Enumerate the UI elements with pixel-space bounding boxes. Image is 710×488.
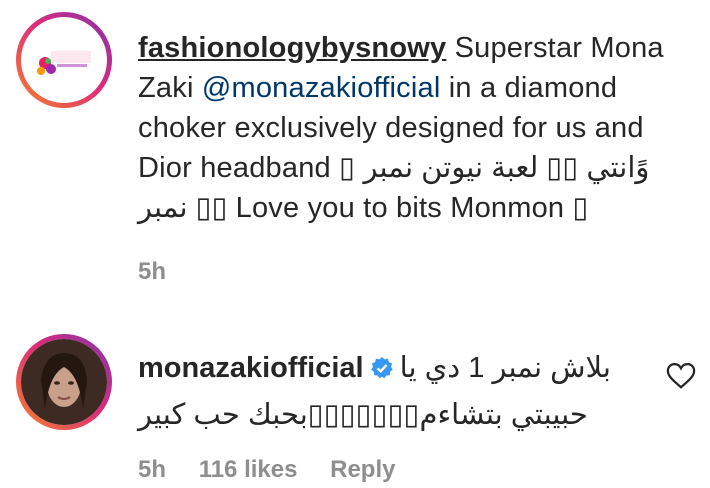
post-meta: 5h: [138, 258, 166, 286]
post-author-username[interactable]: fashionologybysnowy: [138, 32, 446, 64]
post-timestamp[interactable]: 5h: [138, 258, 166, 285]
post-caption: fashionologybysnowy Superstar Mona Zaki …: [138, 28, 700, 228]
mention-link[interactable]: @monazakiofficial: [202, 72, 441, 104]
comment-meta: 5h 116 likes Reply: [138, 456, 421, 484]
avatar-image-logo: [21, 17, 107, 103]
comment-author-username[interactable]: monazakiofficial: [138, 352, 364, 384]
avatar-image-photo: [21, 339, 107, 425]
comment-timestamp[interactable]: 5h: [138, 456, 166, 483]
reply-button[interactable]: Reply: [330, 456, 395, 483]
comment-author-avatar[interactable]: [16, 334, 112, 430]
heart-icon[interactable]: [666, 362, 696, 390]
verified-badge-icon: [370, 349, 394, 393]
comment-body: monazakiofficial بلاش نمبر 1 دي يا حبيبتي…: [138, 346, 658, 437]
post-author-avatar[interactable]: [16, 12, 112, 108]
comment-likes-count[interactable]: 116 likes: [199, 456, 298, 483]
fashionology-logo-icon: [37, 51, 91, 75]
profile-photo-icon: [21, 339, 107, 425]
caption-text-3: نمبر ▯▯ Love you to bits Monmon ▯: [138, 192, 589, 224]
